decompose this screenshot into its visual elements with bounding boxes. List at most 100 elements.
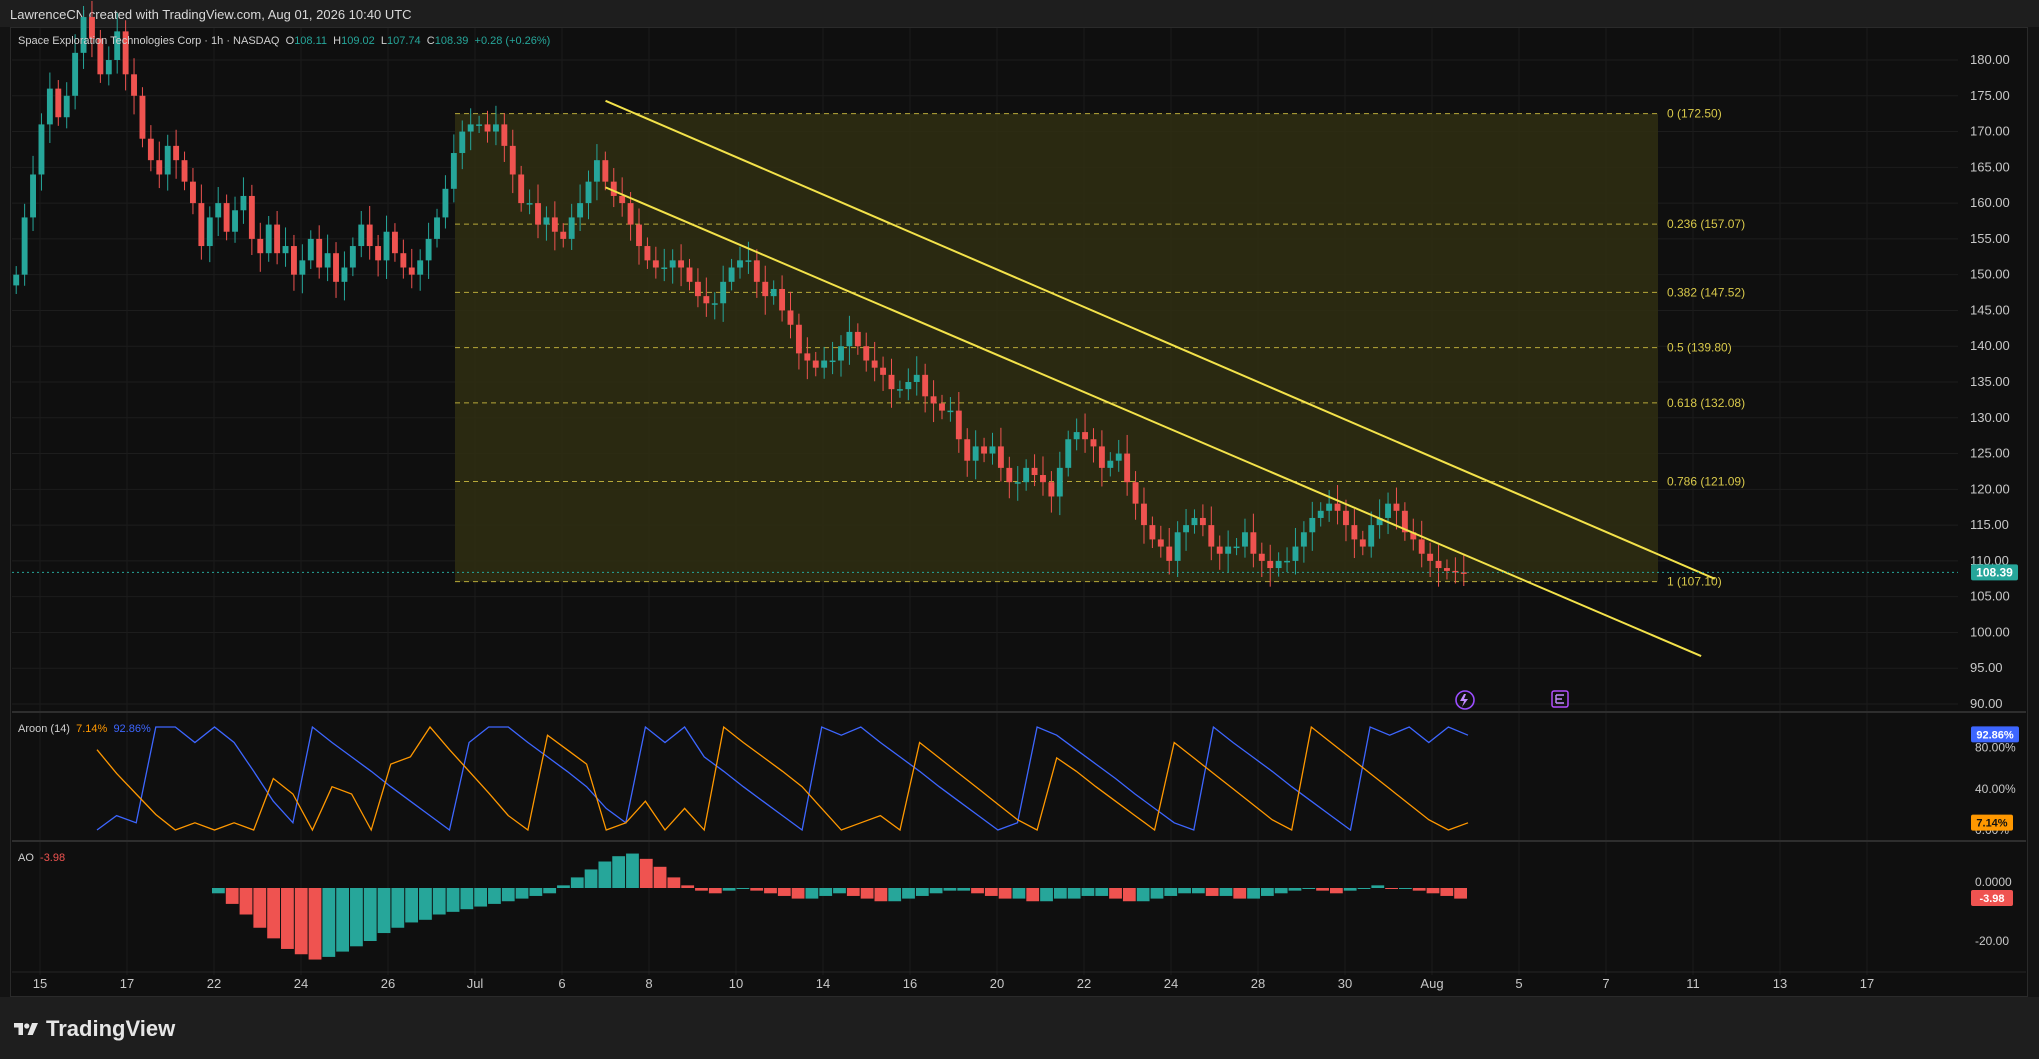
- ao-bar: [1191, 888, 1205, 894]
- time-tick-label: 6: [558, 976, 565, 991]
- ao-bar: [777, 888, 791, 896]
- chart-svg[interactable]: 0 (172.50) 0.236 (157.07) 0.382 (147.52) 0.…: [0, 0, 2039, 997]
- candle-body: [1326, 503, 1333, 511]
- ao-bar: [846, 888, 860, 896]
- candle-body: [593, 160, 600, 182]
- candle-body: [795, 324, 802, 354]
- candle-body: [627, 203, 634, 225]
- candle-body: [989, 446, 996, 454]
- candle-body: [896, 389, 903, 391]
- ao-bar: [570, 877, 584, 888]
- candle-body: [1208, 525, 1215, 547]
- candle-body: [1141, 503, 1147, 526]
- candle-body: [38, 124, 45, 175]
- candle-body: [981, 446, 988, 454]
- candle-body: [450, 153, 457, 189]
- candle-body: [1368, 525, 1375, 547]
- candle-body: [686, 267, 693, 282]
- ao-bar: [1109, 888, 1122, 899]
- price-tick-label: 170.00: [1970, 124, 2010, 139]
- candle-body: [375, 246, 382, 261]
- brand-name: TradingView: [46, 1016, 176, 1041]
- candle-body: [1418, 539, 1425, 554]
- candle-body: [1056, 467, 1063, 497]
- time-tick-label: 17: [120, 976, 134, 991]
- candle-body: [1225, 546, 1232, 554]
- candle-body: [206, 217, 213, 247]
- price-axis[interactable]: 180.00 175.00 170.00 165.00 160.00 155.00 150.…: [1970, 52, 2018, 711]
- candle-body: [257, 238, 264, 254]
- candle-body: [1444, 568, 1450, 571]
- ao-bar: [1412, 888, 1426, 891]
- aroon-panel[interactable]: 80.00%40.00%0.00%92.86%7.14%: [96, 725, 2019, 837]
- time-tick-label: 22: [1077, 976, 1091, 991]
- candle-body: [274, 224, 281, 254]
- ao-bar: [584, 869, 598, 888]
- time-tick-label: Jul: [467, 976, 484, 991]
- time-tick-label: 24: [1164, 976, 1178, 991]
- candle-body: [1065, 439, 1072, 468]
- ao-bar: [1081, 888, 1095, 896]
- ao-bar: [336, 888, 350, 952]
- candle-body: [1183, 525, 1190, 533]
- ao-bar: [1247, 888, 1260, 899]
- ao-bar: [1343, 888, 1357, 891]
- lightning-icon: [1460, 694, 1468, 707]
- candle-body: [913, 374, 920, 382]
- ao-bar: [322, 888, 336, 957]
- candle-body: [711, 303, 718, 305]
- ao-bar: [1205, 888, 1219, 896]
- ao-panel[interactable]: 0.0000 -20.00 -3.98: [212, 853, 2013, 960]
- candle-body: [282, 246, 289, 254]
- ao-bar: [998, 888, 1012, 899]
- price-tick-label: 135.00: [1970, 374, 2010, 389]
- candle-body: [1082, 432, 1089, 440]
- ao-bar: [1357, 888, 1371, 889]
- time-tick-label: 24: [294, 976, 308, 991]
- candle-body: [105, 60, 112, 75]
- candle-body: [434, 217, 440, 239]
- candle-body: [1284, 560, 1290, 563]
- ao-bar: [971, 888, 984, 894]
- ao-bar: [1136, 888, 1150, 902]
- ao-bar: [267, 888, 281, 939]
- ao-bar: [1385, 888, 1398, 889]
- candle-body: [1132, 482, 1139, 504]
- candle-body: [905, 382, 912, 390]
- price-tick-label: 120.00: [1970, 481, 2010, 496]
- fib-level-label: 0.382 (147.52): [1667, 285, 1745, 299]
- candle-body: [290, 246, 297, 275]
- candle-body: [703, 296, 710, 304]
- ao-bar: [805, 888, 819, 899]
- aroon-legend: Aroon (14) 7.14% 92.86%: [18, 723, 151, 735]
- ao-bar: [350, 888, 363, 947]
- ao-bar: [501, 888, 515, 902]
- price-tick-label: 130.00: [1970, 410, 2010, 425]
- ao-bar: [1316, 888, 1329, 891]
- candle-body: [198, 203, 205, 247]
- candle-body: [585, 181, 592, 204]
- candle-body: [30, 174, 36, 218]
- ao-bar: [488, 888, 501, 904]
- candle-body: [349, 246, 356, 268]
- time-axis[interactable]: 15 17 22 24 26 Jul 6 8 10 14 16 20 22 24 28 30 Aug 5 7 11 13…: [33, 976, 1874, 991]
- ao-bar: [543, 888, 557, 894]
- candle-body: [425, 238, 432, 261]
- ao-bar: [874, 888, 888, 902]
- price-tick-label: 150.00: [1970, 267, 2010, 282]
- candle-body: [46, 88, 53, 125]
- candle-body: [383, 231, 390, 261]
- time-tick-label: Aug: [1420, 976, 1443, 991]
- event-markers[interactable]: [1455, 690, 1569, 710]
- candle-body: [577, 203, 584, 218]
- candle-body: [400, 253, 407, 268]
- candle-body: [1216, 546, 1223, 554]
- candle-body: [316, 238, 323, 268]
- price-tick-label: 155.00: [1970, 231, 2010, 246]
- candle-body: [964, 439, 971, 461]
- ao-bar: [1260, 888, 1274, 896]
- tradingview-logo[interactable]: TradingView: [12, 1016, 175, 1042]
- fib-level-label: 1 (107.10): [1667, 575, 1722, 589]
- aroon-up-line: [96, 725, 1469, 832]
- candle-body: [1157, 539, 1164, 547]
